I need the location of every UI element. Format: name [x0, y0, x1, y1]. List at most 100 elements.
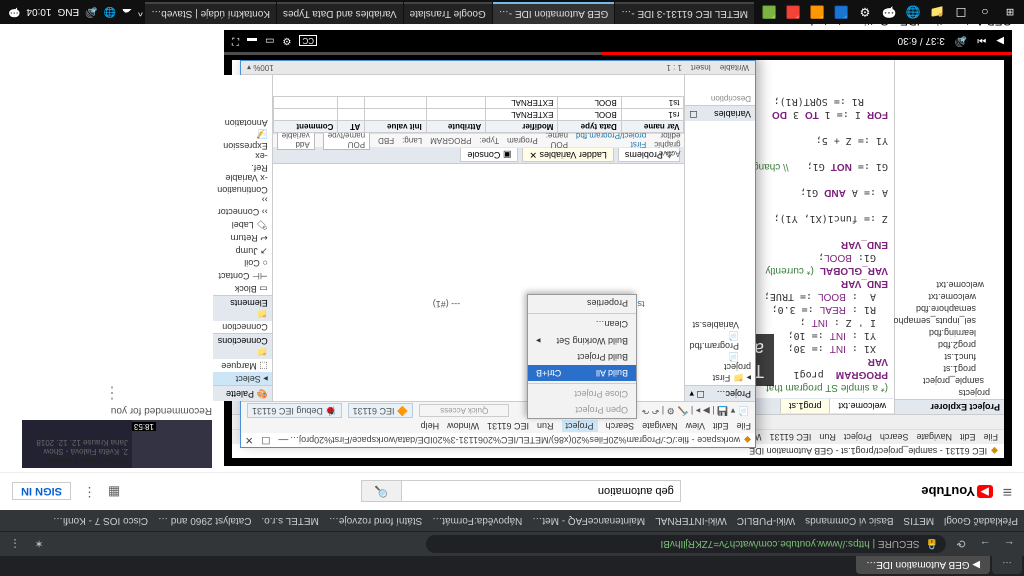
- app-icon[interactable]: 🟦: [830, 1, 852, 23]
- palette-variable-ref[interactable]: -x Variable Ref.: [213, 162, 272, 184]
- maximize-icon[interactable]: ☐: [261, 435, 270, 446]
- forward-icon[interactable]: →: [976, 538, 994, 550]
- browser-tab[interactable]: …: [992, 556, 1022, 574]
- next-icon[interactable]: ⏭: [977, 36, 986, 47]
- address-bar[interactable]: 🔒 SECURE | https://www.youtube.com/watch…: [426, 535, 946, 553]
- editor-tab-active[interactable]: prog1.st: [780, 399, 830, 413]
- app-icon[interactable]: ⚙: [854, 1, 876, 23]
- palette-block[interactable]: ▭ Block: [213, 282, 272, 295]
- menu-file[interactable]: File: [736, 421, 751, 431]
- bookmark[interactable]: Cisco IOS 7 - Konfi…: [53, 515, 148, 526]
- app-icon[interactable]: 🟩: [758, 1, 780, 23]
- search-input[interactable]: [401, 481, 681, 503]
- taskbar-app[interactable]: METEL IEC 61131-3 IDE -…: [615, 2, 754, 24]
- menu-help[interactable]: Help: [421, 421, 440, 431]
- menu-run[interactable]: Run: [537, 421, 554, 431]
- system-tray[interactable]: ^☁🌐🔊 ENG 10:04 💬: [0, 7, 143, 18]
- more-icon[interactable]: ⋮: [12, 389, 212, 403]
- start-button[interactable]: ⊞: [996, 0, 1024, 24]
- bookmark[interactable]: Nápověda:Formát…: [432, 515, 522, 526]
- palette-connection[interactable]: Connection: [213, 321, 272, 333]
- app-icon[interactable]: 🟧: [806, 1, 828, 23]
- tab-ladder-variables[interactable]: Ladder Variables ✕: [522, 148, 613, 162]
- bookmark[interactable]: Catalyst 2960 and …: [158, 515, 251, 526]
- pou-name-type-button[interactable]: POU name/type: [323, 131, 370, 151]
- play-icon[interactable]: ▶: [996, 36, 1004, 47]
- tab-console[interactable]: ▣ Console: [460, 148, 518, 162]
- bookmark[interactable]: Wiki-PUBLIC: [737, 515, 795, 526]
- search-icon[interactable]: ○: [974, 1, 996, 23]
- editor-tab[interactable]: welcome.txt: [829, 399, 894, 413]
- palette-expression[interactable]: -ex Expression: [213, 140, 272, 162]
- taskbar-app[interactable]: Google Translate: [404, 2, 492, 24]
- tree-item[interactable]: prog1.st: [895, 363, 1004, 375]
- theater-icon[interactable]: ▬: [247, 36, 257, 47]
- tree-item[interactable]: learning.fbd: [895, 327, 1004, 339]
- menu-edit[interactable]: Edit: [713, 421, 729, 431]
- bookmark[interactable]: Basic vi Commands: [805, 515, 893, 526]
- bookmark[interactable]: METEL s.r.o.: [261, 515, 318, 526]
- palette-group[interactable]: 📁 Connections: [213, 333, 272, 359]
- menu-item-close-project[interactable]: Close Project: [528, 386, 636, 402]
- tree-item[interactable]: sample_project: [895, 375, 1004, 387]
- cc-icon[interactable]: CC: [299, 36, 317, 47]
- bookmark[interactable]: Wiki-INTERNAL: [655, 515, 727, 526]
- browser-tab-active[interactable]: ▶ GEB Automation IDE…: [856, 556, 990, 574]
- palette-coil[interactable]: ○ Coil: [213, 257, 272, 269]
- miniplayer-icon[interactable]: ▭: [265, 36, 274, 47]
- volume-icon[interactable]: 🔊: [955, 36, 967, 47]
- taskbar-app[interactable]: Variables and Data Types: [277, 2, 403, 24]
- tree-item[interactable]: welcome.txt: [895, 279, 1004, 291]
- table-row[interactable]: rs1BOOLEXTERNAL: [273, 109, 684, 121]
- menu-item-build-all[interactable]: Build AllCtrl+B: [528, 365, 636, 381]
- perspective-debug[interactable]: 🐞 Debug IEC 61131: [247, 403, 342, 418]
- tree-item[interactable]: semaphore.fbd: [895, 303, 1004, 315]
- menu-item-properties[interactable]: Properties: [528, 295, 636, 311]
- taskbar-app[interactable]: GEB Automation IDE -…: [493, 2, 615, 24]
- palette-label[interactable]: 🏷 Label: [213, 218, 272, 231]
- tree-item[interactable]: func1.st: [895, 351, 1004, 363]
- video-progress[interactable]: [224, 52, 1012, 55]
- menu-item-open-project[interactable]: Open Project: [528, 402, 636, 418]
- palette-jump[interactable]: ↗ Jump: [213, 244, 272, 257]
- menu-view[interactable]: View: [686, 421, 705, 431]
- chrome-icon[interactable]: 🌐: [902, 1, 924, 23]
- palette-contact[interactable]: ⊣⊢ Contact: [213, 269, 272, 282]
- palette-continuation[interactable]: ›› Continuation: [213, 184, 272, 206]
- palette-group[interactable]: 📁 Elements: [213, 295, 272, 321]
- close-icon[interactable]: ✕: [245, 435, 253, 446]
- menu-item-build-working-set[interactable]: Build Working Set▸: [528, 332, 636, 349]
- settings-icon[interactable]: ⋮: [83, 483, 96, 501]
- add-variable-button[interactable]: Add variable: [277, 131, 315, 151]
- table-row[interactable]: ts1BOOLEXTERNAL: [273, 97, 684, 109]
- tree-item[interactable]: 📄 Program.fbd: [689, 341, 751, 362]
- hamburger-icon[interactable]: ≡: [1003, 483, 1012, 501]
- tree-item[interactable]: prog2.fbd: [895, 339, 1004, 351]
- minimize-icon[interactable]: —: [278, 435, 288, 446]
- extensions-icon[interactable]: ✶: [30, 538, 48, 551]
- palette-connector[interactable]: ›› Connector: [213, 206, 272, 218]
- menu-window[interactable]: Window: [447, 421, 479, 431]
- settings-icon[interactable]: ⚙: [282, 36, 291, 47]
- bookmark[interactable]: Překladač Googl: [944, 515, 1018, 526]
- recommendation-item[interactable]: Show Jana Krause 2. Květa Fialová - Show…: [22, 420, 212, 468]
- app-icon[interactable]: 💬: [878, 1, 900, 23]
- back-icon[interactable]: ←: [1000, 538, 1018, 550]
- project-view-tab[interactable]: Projec…: [716, 388, 751, 399]
- variables-tab[interactable]: Variables: [714, 108, 751, 119]
- apps-icon[interactable]: ▦: [108, 483, 120, 501]
- tree-item[interactable]: sel_inputs_semaphore_bal: [895, 315, 1004, 327]
- menu-item-clean[interactable]: Clean…: [528, 316, 636, 332]
- video-player[interactable]: ◆IEC 61131 - sample_project/prog1.st - G…: [224, 30, 1012, 466]
- perspective-iec[interactable]: 🔶 IEC 61131: [348, 403, 414, 418]
- signin-button[interactable]: SIGN IN: [12, 483, 71, 501]
- menu-navigate[interactable]: Navigate: [642, 421, 678, 431]
- menu-iec[interactable]: IEC 61131: [487, 421, 529, 431]
- tree-item[interactable]: welcome.txt: [895, 291, 1004, 303]
- youtube-logo[interactable]: ▶YouTube: [921, 484, 992, 499]
- bookmark[interactable]: METIS: [904, 515, 935, 526]
- reload-icon[interactable]: ⟳: [952, 538, 970, 551]
- menu-project[interactable]: Project: [562, 420, 598, 432]
- tree-item[interactable]: ▸ 📁 First project: [689, 362, 751, 383]
- palette-annotation[interactable]: 📝 Annotation: [213, 117, 272, 140]
